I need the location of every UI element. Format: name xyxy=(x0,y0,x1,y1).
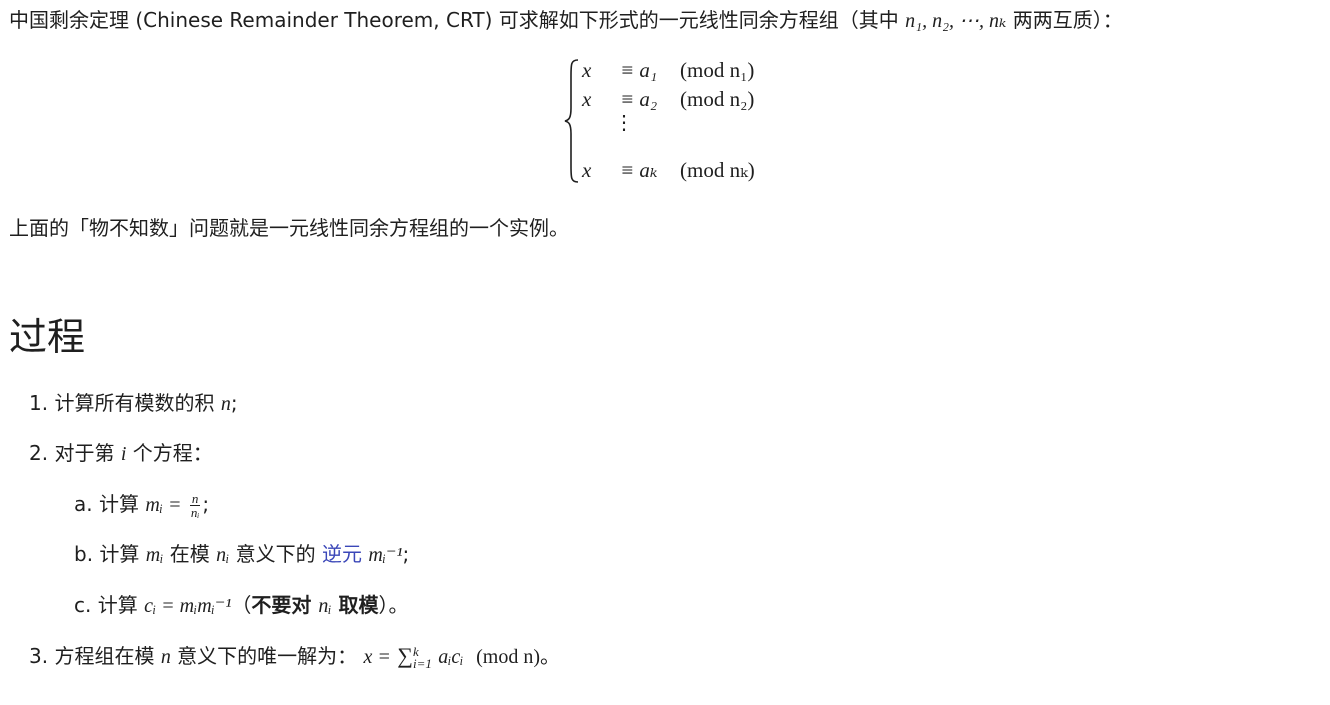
step-text: 计算所有模数的积 xyxy=(54,391,221,415)
fraction-denominator: nᵢ xyxy=(190,505,200,520)
congruence-row-1: x ≡ a₁ (mod n₁) xyxy=(582,58,754,83)
step-tail: 个方程： xyxy=(126,441,213,465)
bold-text-1: 不要对 xyxy=(251,593,319,617)
sum-limits: k i=1 xyxy=(412,645,432,671)
congruence-row-2: x ≡ a₂ (mod n₂) xyxy=(582,87,754,112)
row-lhs: x xyxy=(582,58,592,82)
row-relation: ≡ a₂ xyxy=(620,87,658,111)
congruence-row-k: x ≡ aₖ (mod nₖ) xyxy=(582,158,755,183)
inverse-link[interactable]: 逆元 xyxy=(322,542,362,566)
row-relation: ≡ aₖ xyxy=(620,158,658,182)
step-text: 计算 xyxy=(99,542,146,566)
vertical-dots: ⋮ xyxy=(614,112,634,134)
step-tail: ; xyxy=(402,542,410,566)
step-text: 计算 xyxy=(98,492,146,516)
section-heading: 过程 xyxy=(9,315,86,359)
paren-close: ）。 xyxy=(378,593,409,617)
sum-term: aᵢcᵢ xyxy=(438,646,464,668)
intro-text-before: 中国剩余定理 (Chinese Remainder Theorem, CRT) … xyxy=(9,8,906,32)
step-math: n xyxy=(220,393,231,415)
step-marker: c. xyxy=(74,593,92,617)
step-text: 计算 xyxy=(97,593,145,617)
bold-note: 不要对 nᵢ 取模 xyxy=(251,593,378,617)
step-tail: ; xyxy=(230,391,238,415)
step-marker: 3. xyxy=(29,644,49,668)
fraction: n nᵢ xyxy=(189,492,201,520)
step-text-mid2: 意义下的 xyxy=(229,542,322,566)
fraction-numerator: n xyxy=(189,492,201,506)
bold-text-2: 取模 xyxy=(331,593,379,617)
step-math-inverse: mᵢ⁻¹ xyxy=(368,544,403,566)
paren-open: （ xyxy=(231,593,252,617)
step-math-n: n xyxy=(160,646,171,668)
step-2: 2. 对于第 i 个方程： xyxy=(29,437,213,466)
step-marker: 1. xyxy=(29,391,49,415)
step-text-mid: 在模 xyxy=(163,542,217,566)
step-3: 3. 方程组在模 n 意义下的唯一解为： x = ∑ k i=1 aᵢcᵢ (mod… xyxy=(29,640,560,670)
step-math-lhs: mᵢ = xyxy=(145,494,182,516)
step-2c: c. 计算 cᵢ = mᵢmᵢ⁻¹（不要对 nᵢ 取模）。 xyxy=(74,589,409,618)
step-1: 1. 计算所有模数的积 n; xyxy=(29,387,238,416)
step-tail: ; xyxy=(202,492,210,516)
intro-coprime-vars: n₁, n₂, ⋯, nₖ xyxy=(905,10,1007,32)
row-modulus: (mod n₂) xyxy=(680,87,755,111)
step-marker: 2. xyxy=(29,441,49,465)
step-text-mid: 意义下的唯一解为： xyxy=(170,644,358,668)
step-2a: a. 计算 mᵢ = n nᵢ; xyxy=(74,488,209,519)
sum-lower: i=1 xyxy=(412,655,432,671)
step-marker: b. xyxy=(74,542,94,566)
row-lhs: x xyxy=(582,87,592,111)
step-2b: b. 计算 mᵢ 在模 nᵢ 意义下的 逆元 mᵢ⁻¹; xyxy=(74,538,409,567)
sum-symbol: ∑ xyxy=(397,643,413,668)
intro-paragraph: 中国剩余定理 (Chinese Remainder Theorem, CRT) … xyxy=(9,4,1123,33)
step-math-n: nᵢ xyxy=(216,544,230,566)
example-paragraph: 上面的「物不知数」问题就是一元线性同余方程组的一个实例。 xyxy=(9,216,569,240)
congruence-system: x ≡ a₁ (mod n₁) x ≡ a₂ (mod n₂) ⋮ x ≡ aₖ (mod … xyxy=(564,56,804,186)
row-modulus: (mod nₖ) xyxy=(680,158,755,182)
step-marker: a. xyxy=(74,492,93,516)
row-relation: ≡ a₁ xyxy=(620,58,658,82)
step-math-m: mᵢ xyxy=(145,544,164,566)
step-text: 方程组在模 xyxy=(54,644,161,668)
intro-text-after: 两两互质）： xyxy=(1006,8,1123,32)
solution-lhs: x = xyxy=(363,646,391,668)
step-math: cᵢ = mᵢmᵢ⁻¹ xyxy=(144,595,232,617)
left-brace-icon xyxy=(564,59,579,183)
row-modulus: (mod n₁) xyxy=(680,58,755,82)
bold-math: nᵢ xyxy=(318,595,332,617)
row-lhs: x xyxy=(582,158,592,182)
step-text: 对于第 xyxy=(54,441,121,465)
step-tail: 。 xyxy=(540,644,561,668)
solution-modulus: (mod n) xyxy=(476,646,541,668)
